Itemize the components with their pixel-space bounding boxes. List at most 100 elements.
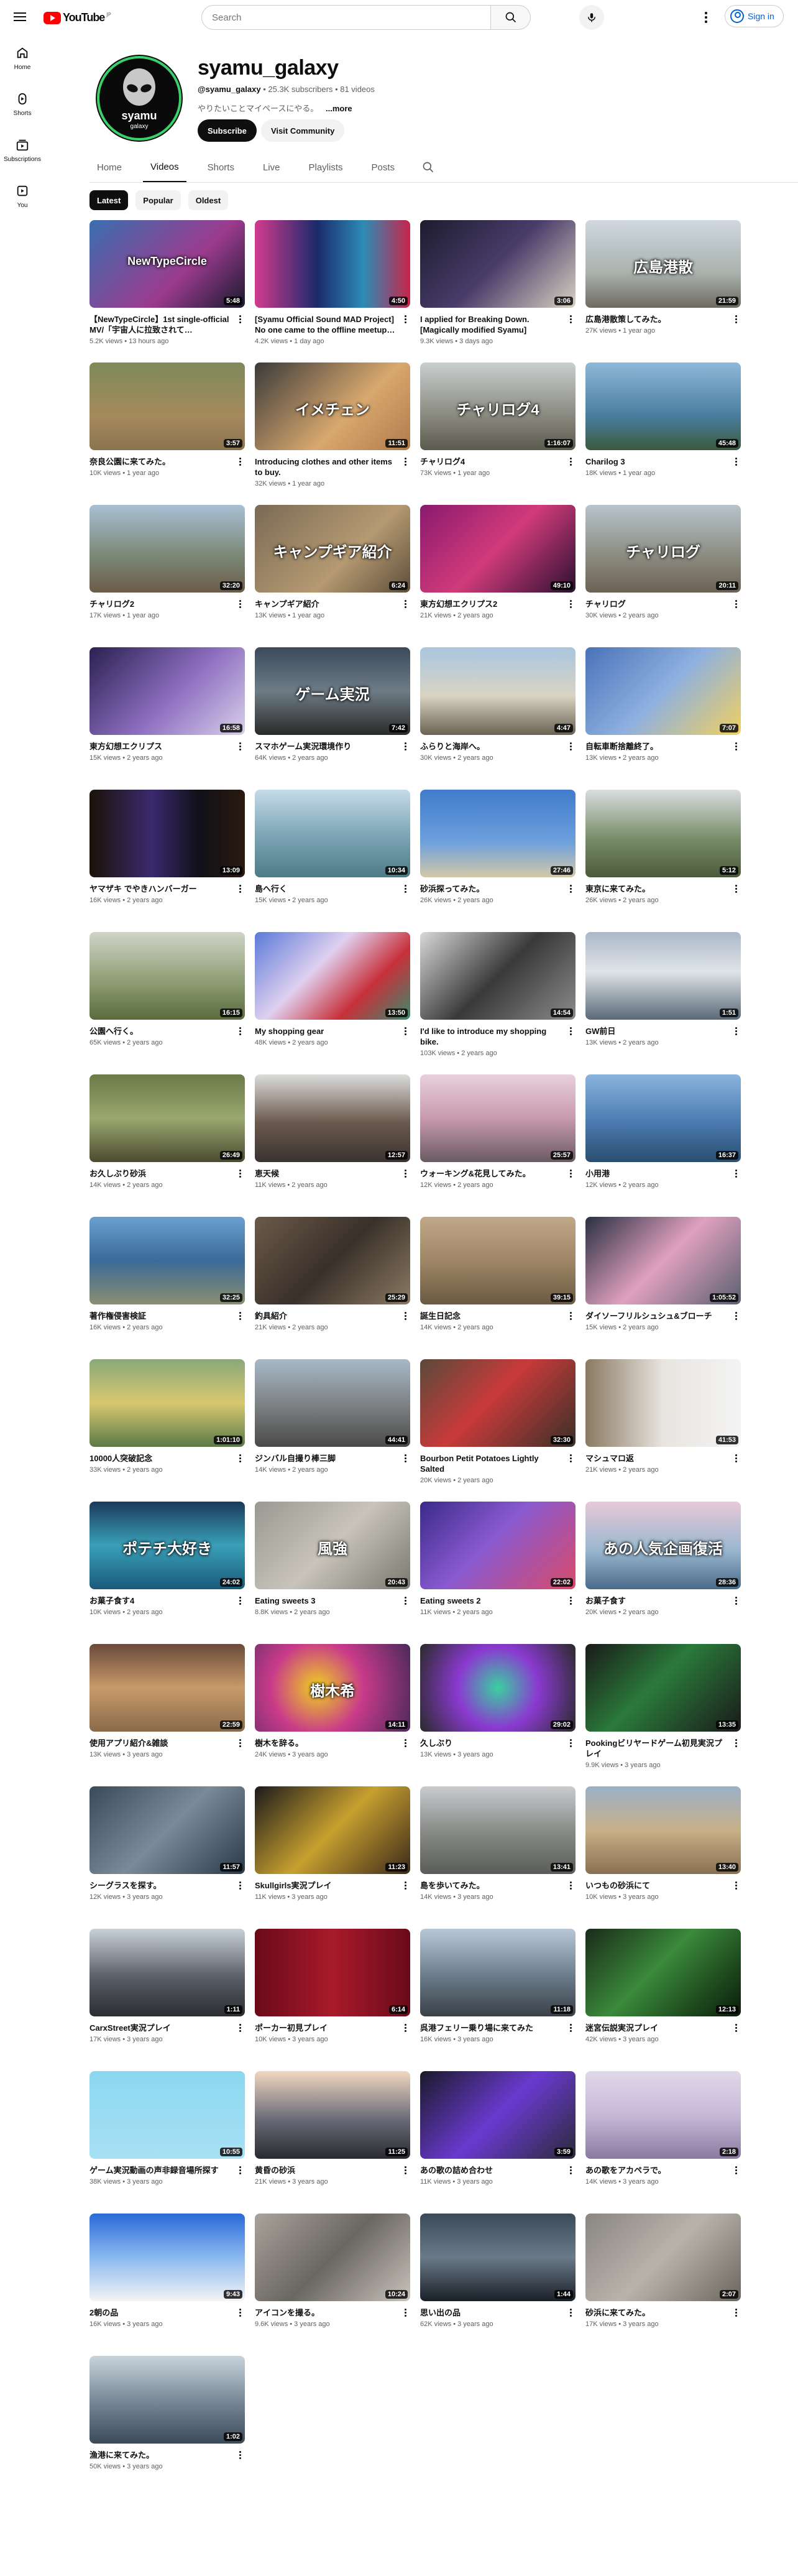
action-menu-icon[interactable]	[236, 2309, 244, 2319]
video-card[interactable]: 11:57 シーグラスを探す。 12K views • 3 years ago	[89, 1786, 245, 1929]
video-card[interactable]: イメチェン 11:51 Introducing clothes and other …	[255, 362, 410, 505]
action-menu-icon[interactable]	[732, 1881, 740, 1891]
hamburger-menu-icon[interactable]	[12, 10, 27, 25]
video-title[interactable]: 砂浜探ってみた。	[420, 884, 562, 894]
action-menu-icon[interactable]	[236, 1454, 244, 1464]
action-menu-icon[interactable]	[567, 1027, 574, 1037]
video-card[interactable]: 1:01:10 10000人突破記念 33K views • 2 years ago	[89, 1359, 245, 1502]
video-card[interactable]: 6:14 ポーカー初見プレイ 10K views • 3 years ago	[255, 1929, 410, 2071]
video-title[interactable]: マシュマロ返	[585, 1453, 727, 1464]
video-title[interactable]: 著作権侵害検証	[89, 1311, 231, 1321]
action-menu-icon[interactable]	[567, 458, 574, 468]
video-thumbnail[interactable]: 13:09	[89, 790, 245, 877]
video-card[interactable]: 22:02 Eating sweets 2 11K views • 2 years …	[420, 1502, 576, 1644]
action-menu-icon[interactable]	[567, 600, 574, 610]
action-menu-icon[interactable]	[401, 1027, 409, 1037]
video-thumbnail[interactable]: あの人気企画復活 28:36	[585, 1502, 741, 1589]
video-title[interactable]: Pookingビリヤードゲーム初見実況プレイ	[585, 1738, 727, 1759]
video-thumbnail[interactable]: 13:50	[255, 932, 410, 1020]
action-menu-icon[interactable]	[567, 1170, 574, 1180]
video-title[interactable]: 誕生日記念	[420, 1311, 562, 1321]
action-menu-icon[interactable]	[732, 600, 740, 610]
action-menu-icon[interactable]	[567, 2166, 574, 2176]
video-title[interactable]: ダイソーフリルシュシュ&ブローチ	[585, 1311, 727, 1321]
video-thumbnail[interactable]: 3:57	[89, 362, 245, 450]
action-menu-icon[interactable]	[236, 885, 244, 895]
video-thumbnail[interactable]: 11:25	[255, 2071, 410, 2159]
video-thumbnail[interactable]: 13:41	[420, 1786, 576, 1874]
video-title[interactable]: GW前日	[585, 1026, 727, 1036]
video-title[interactable]: アイコンを撮る。	[255, 2307, 397, 2318]
video-thumbnail[interactable]: 22:02	[420, 1502, 576, 1589]
video-title[interactable]: 釣具紹介	[255, 1311, 397, 1321]
video-thumbnail[interactable]: 3:59	[420, 2071, 576, 2159]
video-thumbnail[interactable]: 16:15	[89, 932, 245, 1020]
video-thumbnail[interactable]: 45:48	[585, 362, 741, 450]
action-menu-icon[interactable]	[732, 1597, 740, 1607]
video-title[interactable]: 2朝の品	[89, 2307, 231, 2318]
video-title[interactable]: シーグラスを探す。	[89, 1880, 231, 1891]
video-title[interactable]: ジンバル自撮り棒三脚	[255, 1453, 397, 1464]
video-thumbnail[interactable]: 10:34	[255, 790, 410, 877]
video-title[interactable]: I'd like to introduce my shopping bike.	[420, 1026, 562, 1047]
chip-oldest[interactable]: Oldest	[188, 190, 229, 210]
video-title[interactable]: 砂浜に来てみた。	[585, 2307, 727, 2318]
action-menu-icon[interactable]	[401, 315, 409, 325]
video-title[interactable]: CarxStreet実況プレイ	[89, 2023, 231, 2033]
action-menu-icon[interactable]	[401, 1312, 409, 1322]
video-title[interactable]: 黄昏の砂浜	[255, 2165, 397, 2176]
video-title[interactable]: ふらりと海岸へ。	[420, 741, 562, 752]
action-menu-icon[interactable]	[567, 1312, 574, 1322]
video-card[interactable]: 1:05:52 ダイソーフリルシュシュ&ブローチ 15K views • 2 yea…	[585, 1217, 741, 1359]
action-menu-icon[interactable]	[567, 885, 574, 895]
video-title[interactable]: 恵天候	[255, 1168, 397, 1179]
video-card[interactable]: 3:57 奈良公園に来てみた。 10K views • 1 year ago	[89, 362, 245, 505]
video-title[interactable]: ポーカー初見プレイ	[255, 2023, 397, 2033]
video-thumbnail[interactable]: 25:57	[420, 1074, 576, 1162]
video-thumbnail[interactable]: 10:24	[255, 2214, 410, 2301]
video-title[interactable]: 呉港フェリー乗り場に来てみた	[420, 2023, 562, 2033]
video-title[interactable]: スマホゲーム実況環境作り	[255, 741, 397, 752]
video-thumbnail[interactable]: 1:01:10	[89, 1359, 245, 1447]
video-thumbnail[interactable]: ゲーム実況 7:42	[255, 647, 410, 735]
video-title[interactable]: 10000人突破記念	[89, 1453, 231, 1464]
video-thumbnail[interactable]: チャリログ4 1:16:07	[420, 362, 576, 450]
voice-search-button[interactable]	[579, 5, 604, 30]
video-thumbnail[interactable]: キャンプギア紹介 6:24	[255, 505, 410, 593]
action-menu-icon[interactable]	[732, 1312, 740, 1322]
search-button[interactable]	[491, 5, 531, 30]
video-title[interactable]: 【NewTypeCircle】1st single-official MV/「宇…	[89, 314, 231, 335]
video-title[interactable]: 広島港散策してみた。	[585, 314, 727, 325]
tab-shorts[interactable]: Shorts	[200, 152, 242, 182]
video-card[interactable]: 広島港散 21:59 広島港散策してみた。 27K views • 1 year ag…	[585, 220, 741, 362]
video-title[interactable]: Introducing clothes and other items to b…	[255, 456, 397, 478]
sidebar-item-shorts[interactable]: Shorts	[0, 81, 45, 127]
video-thumbnail[interactable]: 26:49	[89, 1074, 245, 1162]
action-menu-icon[interactable]	[401, 742, 409, 752]
video-card[interactable]: 32:30 Bourbon Petit Potatoes Lightly Salt…	[420, 1359, 576, 1502]
video-title[interactable]: 樹木を辞る。	[255, 1738, 397, 1748]
video-title[interactable]: チャリログ2	[89, 599, 231, 609]
video-card[interactable]: 26:49 お久しぶり砂浜 14K views • 2 years ago	[89, 1074, 245, 1217]
action-menu-icon[interactable]	[236, 2024, 244, 2034]
video-card[interactable]: 5:12 東京に来てみた。 26K views • 2 years ago	[585, 790, 741, 932]
video-card[interactable]: 1:11 CarxStreet実況プレイ 17K views • 3 years a…	[89, 1929, 245, 2071]
subscribe-button[interactable]: Subscribe	[198, 119, 257, 142]
action-menu-icon[interactable]	[236, 1597, 244, 1607]
action-menu-icon[interactable]	[732, 1739, 740, 1749]
video-card[interactable]: 10:34 島へ行く 15K views • 2 years ago	[255, 790, 410, 932]
video-thumbnail[interactable]: 27:46	[420, 790, 576, 877]
video-title[interactable]: 自転車断捨離終了。	[585, 741, 727, 752]
video-card[interactable]: 13:50 My shopping gear 48K views • 2 years…	[255, 932, 410, 1074]
visit-community-button[interactable]: Visit Community	[261, 119, 345, 142]
action-menu-icon[interactable]	[236, 1170, 244, 1180]
action-menu-icon[interactable]	[401, 1739, 409, 1749]
video-thumbnail[interactable]: 風強 20:43	[255, 1502, 410, 1589]
video-thumbnail[interactable]: 13:35	[585, 1644, 741, 1732]
video-thumbnail[interactable]: 11:23	[255, 1786, 410, 1874]
video-card[interactable]: 29:02 久しぶり 13K views • 3 years ago	[420, 1644, 576, 1786]
video-title[interactable]: 思い出の品	[420, 2307, 562, 2318]
action-menu-icon[interactable]	[567, 2309, 574, 2319]
action-menu-icon[interactable]	[236, 742, 244, 752]
action-menu-icon[interactable]	[236, 458, 244, 468]
